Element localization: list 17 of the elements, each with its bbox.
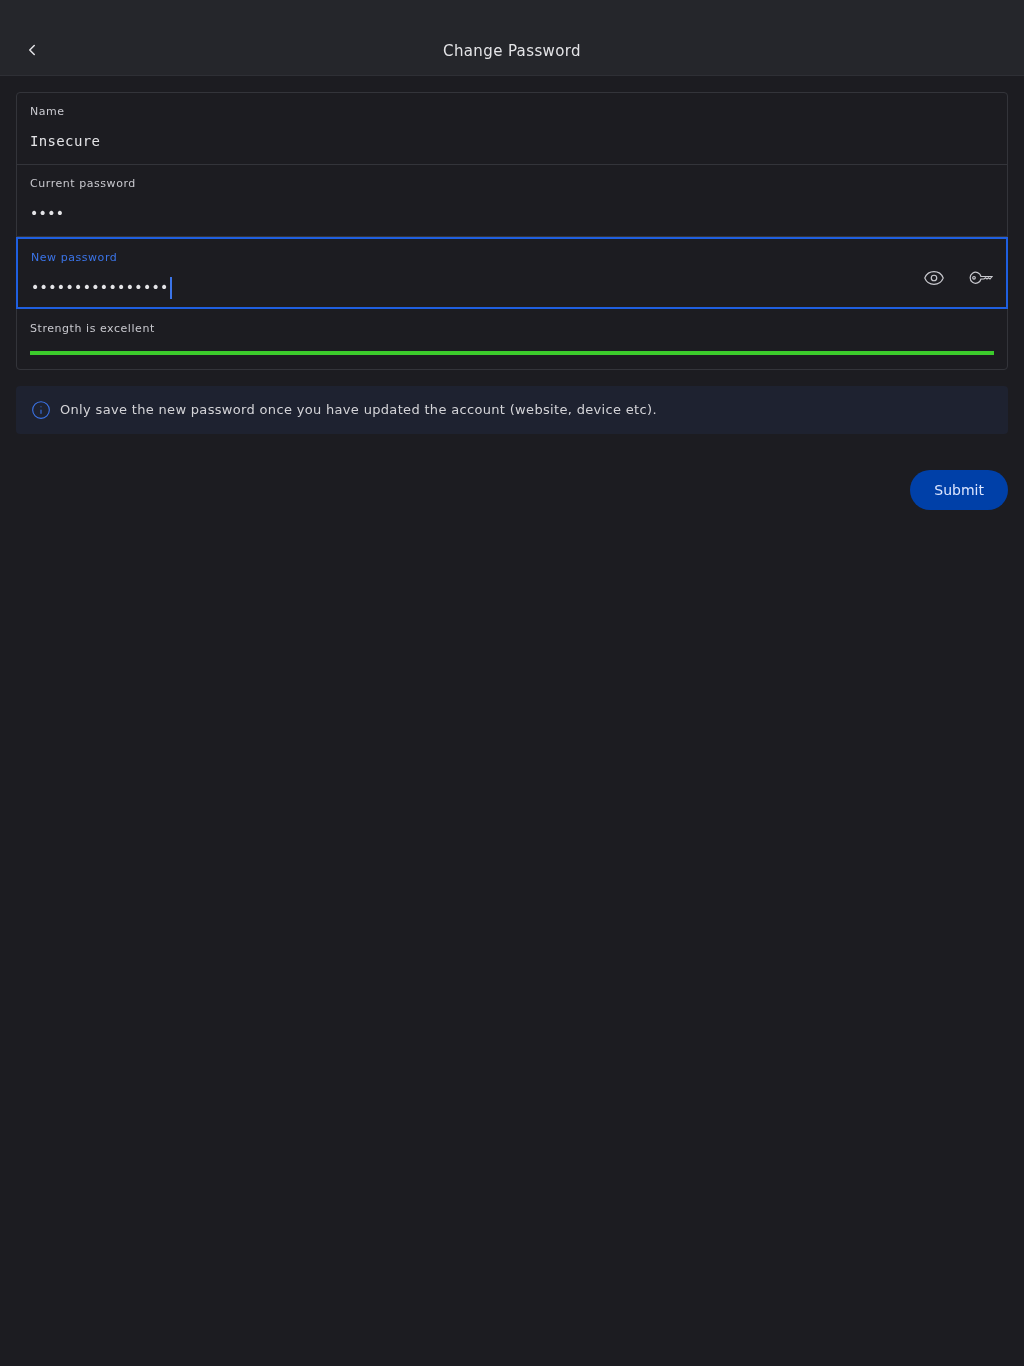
field-value: •••••••••••••••• — [31, 278, 169, 297]
field-value: Insecure — [30, 131, 101, 151]
field-label: Name — [30, 104, 66, 120]
key-icon — [969, 270, 993, 285]
input-field[interactable]: New password •••••••••••••••• — [16, 237, 1008, 309]
strength-label: Strength is excellent — [30, 321, 156, 337]
info-icon — [31, 400, 51, 420]
info-text: Only save the new password once you have updated the account (website, device etc). — [60, 401, 657, 420]
input-field[interactable]: Name Insecure — [17, 93, 1007, 165]
page-title: Change Password — [443, 41, 581, 62]
field-value: •••• — [30, 203, 65, 223]
input-field[interactable]: Current password •••• — [17, 165, 1007, 237]
submit-button[interactable]: Submit — [910, 470, 1008, 510]
generate-password-button[interactable] — [969, 270, 993, 285]
field-label: New password — [31, 250, 119, 266]
text-cursor — [169, 276, 172, 299]
field-label: Current password — [30, 176, 137, 192]
